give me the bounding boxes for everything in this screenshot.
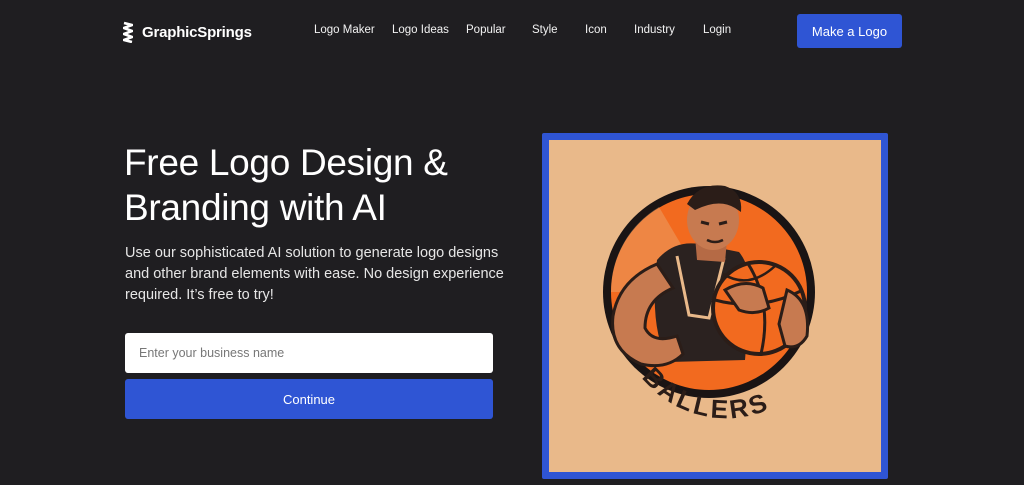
nav-item-style[interactable]: Style bbox=[532, 24, 558, 36]
nav-item-icon[interactable]: Icon bbox=[585, 24, 607, 36]
nav-item-logo-ideas[interactable]: Logo Ideas bbox=[392, 24, 449, 36]
business-name-input[interactable] bbox=[125, 333, 493, 373]
showcase-logo-image: BALLERS bbox=[542, 133, 888, 479]
basketball-player-illustration: BALLERS bbox=[603, 185, 815, 425]
hero-title: Free Logo Design & Branding with AI bbox=[124, 142, 448, 228]
nav-item-popular[interactable]: Popular bbox=[466, 24, 506, 36]
hero-description: Use our sophisticated AI solution to gen… bbox=[125, 245, 504, 303]
continue-button[interactable]: Continue bbox=[125, 379, 493, 419]
nav-item-industry[interactable]: Industry bbox=[634, 24, 675, 36]
showcase-logo-canvas: BALLERS bbox=[549, 140, 881, 472]
top-navigation: GraphicSprings Logo Maker Logo Ideas Pop… bbox=[0, 0, 1024, 64]
nav-item-login[interactable]: Login bbox=[703, 24, 731, 36]
nav-item-logo-maker[interactable]: Logo Maker bbox=[314, 24, 375, 36]
make-a-logo-button[interactable]: Make a Logo bbox=[797, 14, 902, 48]
